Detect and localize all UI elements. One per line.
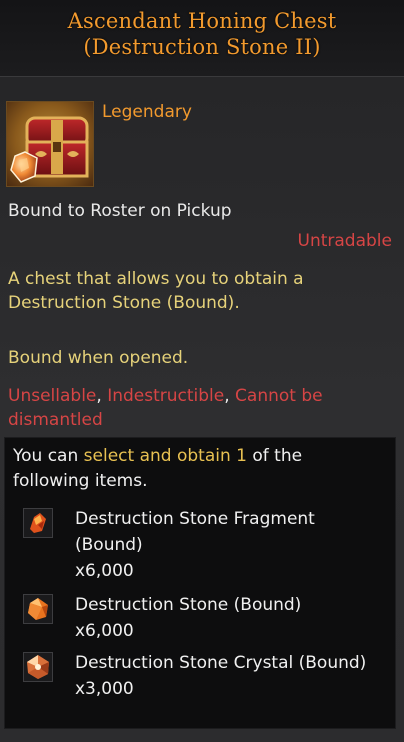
reward-item[interactable]: Destruction Stone Fragment (Bound) x6,00… [19, 506, 389, 586]
bound-when-opened: Bound when opened. [8, 348, 189, 368]
reward-quantity: x3,000 [75, 679, 134, 699]
reward-name: Destruction Stone Fragment (Bound) x6,00… [75, 506, 385, 584]
restriction-cannot-dismantle: Cannot be [235, 386, 323, 406]
reward-name: Destruction Stone Crystal (Bound) x3,000 [75, 650, 385, 702]
item-title-line2: (Destruction Stone II) [83, 35, 321, 59]
selection-count: 1 [236, 446, 247, 466]
item-description: A chest that allows you to obtain a Dest… [8, 269, 304, 313]
treasure-chest-icon [6, 101, 94, 187]
reward-quantity: x6,000 [75, 561, 134, 581]
reward-name: Destruction Stone (Bound) x6,000 [75, 592, 385, 644]
item-grade: Legendary [102, 102, 192, 122]
restriction-cannot-dismantle-2: dismantled [8, 410, 103, 430]
reward-item[interactable]: Destruction Stone Crystal (Bound) x3,000 [19, 650, 389, 706]
item-title-line1: Ascendant Honing Chest [67, 9, 337, 33]
crystal-icon [23, 652, 53, 682]
reward-name-line1: Destruction Stone (Bound) [75, 595, 302, 615]
item-tooltip: Ascendant Honing Chest (Destruction Ston… [0, 0, 404, 742]
reward-name-line2: (Bound) [75, 535, 143, 555]
reward-item[interactable]: Destruction Stone (Bound) x6,000 [19, 592, 389, 648]
reward-name-line1: Destruction Stone Fragment [75, 509, 315, 529]
bound-info: Bound to Roster on Pickup [8, 201, 232, 221]
fragment-icon [23, 508, 53, 538]
trade-status: Untradable [297, 231, 392, 251]
selection-instruction: You can select and obtain 1 of the follo… [13, 444, 383, 494]
reward-quantity: x6,000 [75, 621, 134, 641]
restrictions: Unsellable, Indestructible, Cannot be di… [8, 386, 323, 430]
reward-name-line1: Destruction Stone Crystal (Bound) [75, 653, 367, 673]
item-title: Ascendant Honing Chest (Destruction Ston… [0, 8, 404, 60]
selection-prefix: You can [13, 446, 84, 466]
reward-selection-box: You can select and obtain 1 of the follo… [4, 437, 396, 729]
stone-icon [23, 594, 53, 624]
restriction-unsellable: Unsellable [8, 386, 97, 406]
selection-highlight: select and obtain [83, 446, 231, 466]
restriction-indestructible: Indestructible [107, 386, 225, 406]
title-bar: Ascendant Honing Chest (Destruction Ston… [0, 0, 404, 77]
